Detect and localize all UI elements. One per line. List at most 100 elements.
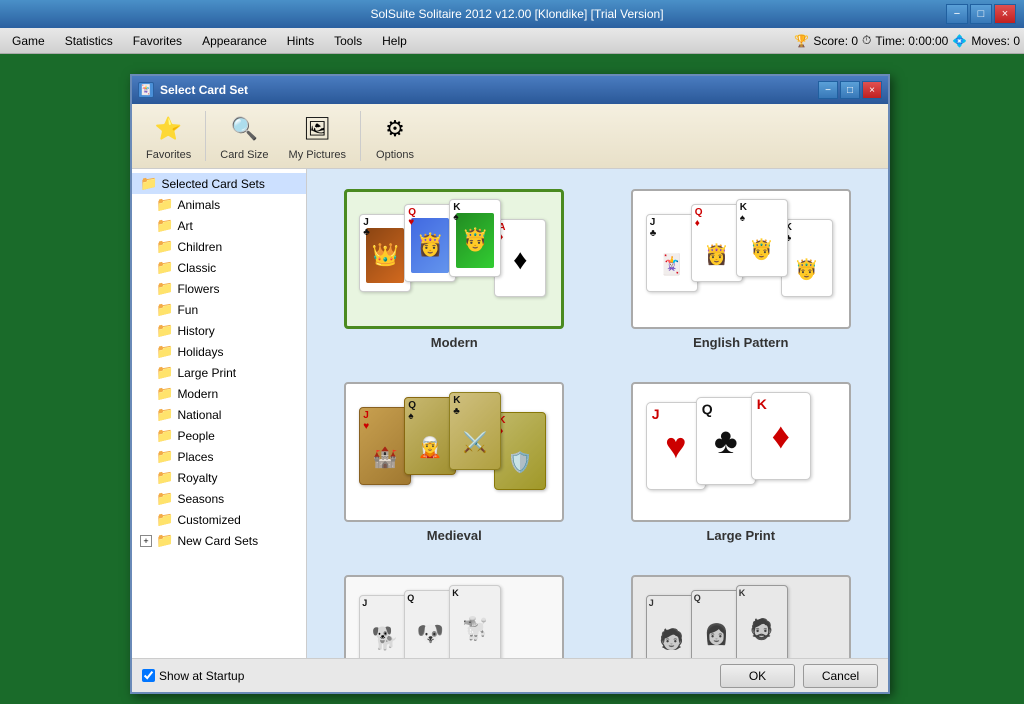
dialog-maximize[interactable]: □ [840,81,860,99]
folder-icon: 📁 [156,343,173,360]
folder-icon: 📁 [156,469,173,486]
tree-item-children[interactable]: 📁 Children [132,236,306,257]
tree-item-classic[interactable]: 📁 Classic [132,257,306,278]
options-icon: ⚙ [375,111,415,147]
folder-icon: 📁 [156,406,173,423]
options-button[interactable]: ⚙ Options [369,107,421,165]
dialog-icon: 🃏 [138,82,154,98]
show-at-startup-area[interactable]: Show at Startup [142,669,244,683]
options-label: Options [376,149,414,161]
folder-icon: 📁 [156,427,173,444]
tree-item-new-card-sets[interactable]: + 📁 New Card Sets [132,530,306,551]
favorites-button[interactable]: ⭐ Favorites [140,107,197,165]
card-size-button[interactable]: 🔍 Card Size [214,107,274,165]
english-pattern-preview[interactable]: J ♣ 🃏 Q ♦ 👸 K [631,189,851,329]
card-set-medieval[interactable]: J ♥ 🏰 Q ♠ 🧝 K [319,374,590,551]
folder-icon: 📁 [156,259,173,276]
dialog-toolbar: ⭐ Favorites 🔍 Card Size 🖼 My Pictures ⚙ … [132,104,888,169]
tree-item-places[interactable]: 📁 Places [132,446,306,467]
tree-item-large-print[interactable]: 📁 Large Print [132,362,306,383]
window-controls[interactable]: − □ × [946,4,1016,24]
dialog-footer: Show at Startup OK Cancel [132,658,888,692]
time-icon: ⏱ [862,33,871,48]
time-value: Time: 0:00:00 [875,34,948,48]
tree-item-art[interactable]: 📁 Art [132,215,306,236]
tree-item-national[interactable]: 📁 National [132,404,306,425]
card-size-icon: 🔍 [224,111,264,147]
dialog-minimize[interactable]: − [818,81,838,99]
dialog-title-bar: 🃏 Select Card Set − □ × [132,76,888,104]
tree-item-history[interactable]: 📁 History [132,320,306,341]
my-pictures-icon: 🖼 [297,111,337,147]
window-title: SolSuite Solitaire 2012 v12.00 [Klondike… [88,7,946,21]
card-set-english-pattern[interactable]: J ♣ 🃏 Q ♦ 👸 K [606,181,877,358]
time-display: ⏱ Time: 0:00:00 [862,33,948,48]
medieval-label: Medieval [427,528,482,543]
tree-item-royalty[interactable]: 📁 Royalty [132,467,306,488]
folder-icon: 📁 [156,448,173,465]
menu-favorites[interactable]: Favorites [125,31,190,51]
content-area: 📁 Selected Card Sets 📁 Animals 📁 Art 📁 C… [132,169,888,658]
minimize-button[interactable]: − [946,4,968,24]
folder-icon: 📁 [156,301,173,318]
my-pictures-button[interactable]: 🖼 My Pictures [283,107,352,165]
moves-icon: 💠 [952,34,967,48]
ok-button[interactable]: OK [720,664,795,688]
show-at-startup-checkbox[interactable] [142,669,155,682]
my-pictures-label: My Pictures [289,149,346,161]
score-value: Score: 0 [813,34,858,48]
folder-icon: 📁 [156,322,173,339]
footer-buttons: OK Cancel [720,664,878,688]
moves-value: Moves: 0 [971,34,1020,48]
tree-item-selected[interactable]: 📁 Selected Card Sets [132,173,306,194]
large-print-label: Large Print [706,528,775,543]
dialog-controls[interactable]: − □ × [818,81,882,99]
card-set-bw[interactable]: J 🧑 Q 👩 K 🧔 [606,567,877,658]
left-panel[interactable]: 📁 Selected Card Sets 📁 Animals 📁 Art 📁 C… [132,169,307,658]
card-grid: J ♣ 👑 Q ♥ 👸 [319,181,876,658]
medieval-preview[interactable]: J ♥ 🏰 Q ♠ 🧝 K [344,382,564,522]
tree-item-customized[interactable]: 📁 Customized [132,509,306,530]
menu-tools[interactable]: Tools [326,31,370,51]
tree-item-modern[interactable]: 📁 Modern [132,383,306,404]
folder-icon: 📁 [156,364,173,381]
card-size-label: Card Size [220,149,268,161]
dialog-close[interactable]: × [862,81,882,99]
menu-help[interactable]: Help [374,31,415,51]
card-set-dogs[interactable]: J 🐕 Q 🐶 K 🐩 [319,567,590,658]
main-area: 🃏 Select Card Set − □ × ⭐ Favorites 🔍 Ca… [0,54,1024,678]
right-panel[interactable]: J ♣ 👑 Q ♥ 👸 [307,169,888,658]
menu-hints[interactable]: Hints [279,31,322,51]
tree-item-holidays[interactable]: 📁 Holidays [132,341,306,362]
menu-statistics[interactable]: Statistics [57,31,121,51]
tree-item-flowers[interactable]: 📁 Flowers [132,278,306,299]
tree-item-fun[interactable]: 📁 Fun [132,299,306,320]
folder-icon: 📁 [140,175,157,192]
large-print-preview[interactable]: J ♥ Q ♣ K ♦ [631,382,851,522]
folder-icon: 📁 [156,490,173,507]
select-card-set-dialog: 🃏 Select Card Set − □ × ⭐ Favorites 🔍 Ca… [130,74,890,694]
menu-appearance[interactable]: Appearance [194,31,275,51]
title-bar: SolSuite Solitaire 2012 v12.00 [Klondike… [0,0,1024,28]
bw-preview[interactable]: J 🧑 Q 👩 K 🧔 [631,575,851,658]
score-display: 🏆 Score: 0 [794,34,858,48]
menu-game[interactable]: Game [4,31,53,51]
folder-icon: 📁 [156,385,173,402]
tree-item-people[interactable]: 📁 People [132,425,306,446]
english-pattern-label: English Pattern [693,335,788,350]
card-set-large-print[interactable]: J ♥ Q ♣ K ♦ [606,374,877,551]
tree-item-animals[interactable]: 📁 Animals [132,194,306,215]
maximize-button[interactable]: □ [970,4,992,24]
dogs-preview[interactable]: J 🐕 Q 🐶 K 🐩 [344,575,564,658]
favorites-icon: ⭐ [149,111,189,147]
modern-preview[interactable]: J ♣ 👑 Q ♥ 👸 [344,189,564,329]
card-set-modern[interactable]: J ♣ 👑 Q ♥ 👸 [319,181,590,358]
tree-item-seasons[interactable]: 📁 Seasons [132,488,306,509]
cancel-button[interactable]: Cancel [803,664,878,688]
folder-icon: 📁 [156,196,173,213]
menu-bar: Game Statistics Favorites Appearance Hin… [0,28,1024,54]
modern-label: Modern [431,335,478,350]
close-button[interactable]: × [994,4,1016,24]
expand-icon[interactable]: + [140,535,152,547]
dialog-title-left: 🃏 Select Card Set [138,82,248,98]
